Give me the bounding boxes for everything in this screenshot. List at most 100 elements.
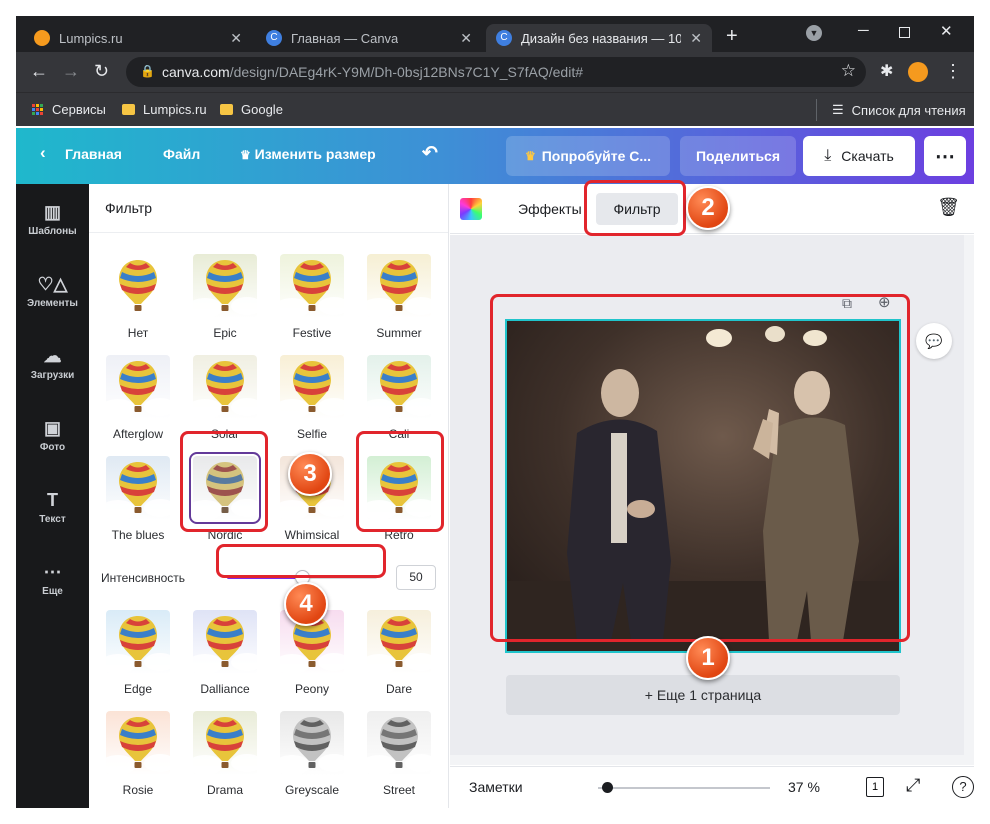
- window-close-icon[interactable]: ✕: [940, 22, 953, 40]
- close-tab-icon[interactable]: ✕: [230, 30, 242, 47]
- callout-badge-3: 3: [288, 452, 332, 496]
- panel-divider: [89, 232, 448, 233]
- resize-button[interactable]: ♛ Изменить размер: [240, 146, 376, 162]
- filter-tile-the-blues[interactable]: [106, 456, 170, 520]
- close-tab-icon[interactable]: ✕: [690, 30, 702, 47]
- filter-tile-festive[interactable]: [280, 254, 344, 318]
- hot-air-balloon-thumbnail: [367, 717, 431, 775]
- undo-icon[interactable]: ↶: [422, 142, 438, 165]
- folder-icon: [122, 104, 135, 115]
- help-icon[interactable]: ?: [952, 776, 974, 798]
- new-tab-button[interactable]: +: [726, 26, 738, 46]
- rail-photos[interactable]: ▣ Фото: [16, 418, 89, 453]
- rail-text[interactable]: T Текст: [16, 490, 89, 525]
- zoom-slider[interactable]: [598, 782, 770, 793]
- filter-name: Greyscale: [284, 783, 340, 797]
- bookmarks-bar: Сервисы Lumpics.ru Google ☰ Список для чт…: [16, 92, 974, 126]
- filter-name: Festive: [292, 326, 332, 340]
- browser-tab-design[interactable]: C Дизайн без названия — 1066 ✕: [486, 24, 712, 52]
- intensity-value-input[interactable]: 50: [396, 565, 436, 590]
- rail-uploads[interactable]: ☁ Загрузки: [16, 346, 89, 381]
- more-options-button[interactable]: ⋯: [924, 136, 966, 176]
- file-menu-button[interactable]: Файл: [163, 146, 200, 162]
- text-icon: T: [47, 490, 58, 510]
- tab-bar: Lumpics.ru ✕ C Главная — Canva ✕ C Дизай…: [16, 16, 974, 52]
- canva-favicon-icon: C: [266, 30, 282, 46]
- callout-badge-2: 2: [686, 186, 730, 230]
- extensions-puzzle-icon[interactable]: ✱: [880, 61, 893, 81]
- tab-search-icon[interactable]: ▼: [806, 25, 822, 41]
- bookmark-lumpics[interactable]: Lumpics.ru: [122, 102, 207, 117]
- crown-icon: ♛: [240, 148, 251, 162]
- minimize-icon[interactable]: ─: [858, 22, 869, 39]
- templates-icon: ▥: [43, 202, 61, 222]
- filter-tile-нет[interactable]: [106, 254, 170, 318]
- filter-tile-cali[interactable]: [367, 355, 431, 419]
- reading-list[interactable]: ☰ Список для чтения: [832, 102, 966, 118]
- browser-tab-canva-home[interactable]: C Главная — Canva ✕: [256, 24, 482, 52]
- filter-tile-selfie[interactable]: [280, 355, 344, 419]
- profile-avatar[interactable]: [908, 62, 928, 82]
- browser-menu-icon[interactable]: ⋮: [944, 61, 962, 82]
- filter-tile-greyscale[interactable]: [280, 711, 344, 775]
- elements-icon: ♡△: [37, 274, 68, 294]
- page-count-icon[interactable]: 1: [866, 777, 884, 797]
- filter-tile-dare[interactable]: [367, 610, 431, 674]
- filter-name: Edge: [123, 682, 153, 696]
- filter-tile-solar[interactable]: [193, 355, 257, 419]
- bookmark-google[interactable]: Google: [220, 102, 283, 117]
- filter-name: Summer: [376, 326, 422, 340]
- add-page-button[interactable]: + Еще 1 страница: [506, 675, 900, 715]
- rail-elements[interactable]: ♡△ Элементы: [16, 274, 89, 309]
- filter-name: Whimsical: [284, 528, 340, 542]
- rail-templates[interactable]: ▥ Шаблоны: [16, 202, 89, 237]
- more-icon: ⋯: [43, 562, 62, 582]
- filter-tile-afterglow[interactable]: [106, 355, 170, 419]
- callout-box-filter: [584, 180, 686, 236]
- chevron-left-icon[interactable]: ‹: [40, 143, 46, 163]
- filter-tile-drama[interactable]: [193, 711, 257, 775]
- hot-air-balloon-thumbnail: [193, 616, 257, 674]
- bookmark-star-icon[interactable]: ☆: [841, 61, 856, 81]
- browser-tab-lumpics[interactable]: Lumpics.ru ✕: [24, 24, 252, 52]
- close-tab-icon[interactable]: ✕: [460, 30, 472, 47]
- editor-footer: Заметки 37 % 1 ⤢ ?: [450, 766, 974, 808]
- trash-icon[interactable]: 🗑: [937, 197, 960, 218]
- filter-tile-summer[interactable]: [367, 254, 431, 318]
- share-button[interactable]: Поделиться: [680, 136, 796, 176]
- try-pro-button[interactable]: ♛ Попробуйте С...: [506, 136, 670, 176]
- filter-name: Peony: [294, 682, 330, 696]
- zoom-level[interactable]: 37 %: [788, 779, 820, 795]
- maximize-icon[interactable]: [899, 27, 910, 38]
- filter-name: Drama: [206, 783, 243, 797]
- comment-icon[interactable]: 💬: [916, 323, 952, 359]
- intensity-label: Интенсивность: [101, 571, 186, 585]
- canvas-scrollbar[interactable]: [964, 235, 974, 765]
- color-picker-icon[interactable]: [460, 198, 482, 220]
- notes-button[interactable]: Заметки: [469, 779, 523, 795]
- hot-air-balloon-thumbnail: [193, 717, 257, 775]
- zoom-slider-handle[interactable]: [601, 782, 613, 793]
- download-button[interactable]: ⤓ Скачать: [803, 136, 915, 176]
- rail-more[interactable]: ⋯ Еще: [16, 562, 89, 597]
- home-button[interactable]: Главная: [65, 146, 122, 162]
- back-arrow-icon[interactable]: ←: [30, 61, 48, 82]
- hot-air-balloon-thumbnail: [280, 260, 344, 318]
- bookmark-services[interactable]: Сервисы: [32, 102, 106, 117]
- canvas-hscrollbar[interactable]: [450, 755, 964, 765]
- reload-icon[interactable]: ↻: [94, 61, 109, 82]
- filter-tile-epic[interactable]: [193, 254, 257, 318]
- filter-tile-edge[interactable]: [106, 610, 170, 674]
- filter-tile-rosie[interactable]: [106, 711, 170, 775]
- photo-icon: ▣: [43, 418, 61, 438]
- url-field[interactable]: 🔒 canva.com/design/DAEg4rK-Y9M/Dh-0bsj12…: [126, 57, 866, 87]
- filter-tile-dalliance[interactable]: [193, 610, 257, 674]
- effects-button[interactable]: Эффекты: [518, 201, 582, 217]
- hot-air-balloon-thumbnail: [280, 361, 344, 419]
- forward-arrow-icon[interactable]: →: [62, 61, 80, 82]
- filter-name: Selfie: [296, 427, 328, 441]
- canva-header: ‹ Главная Файл ♛ Изменить размер ↶ ♛ Попр…: [16, 128, 974, 184]
- filter-name: Street: [382, 783, 415, 797]
- filter-tile-street[interactable]: [367, 711, 431, 775]
- fullscreen-icon[interactable]: ⤢: [906, 775, 920, 796]
